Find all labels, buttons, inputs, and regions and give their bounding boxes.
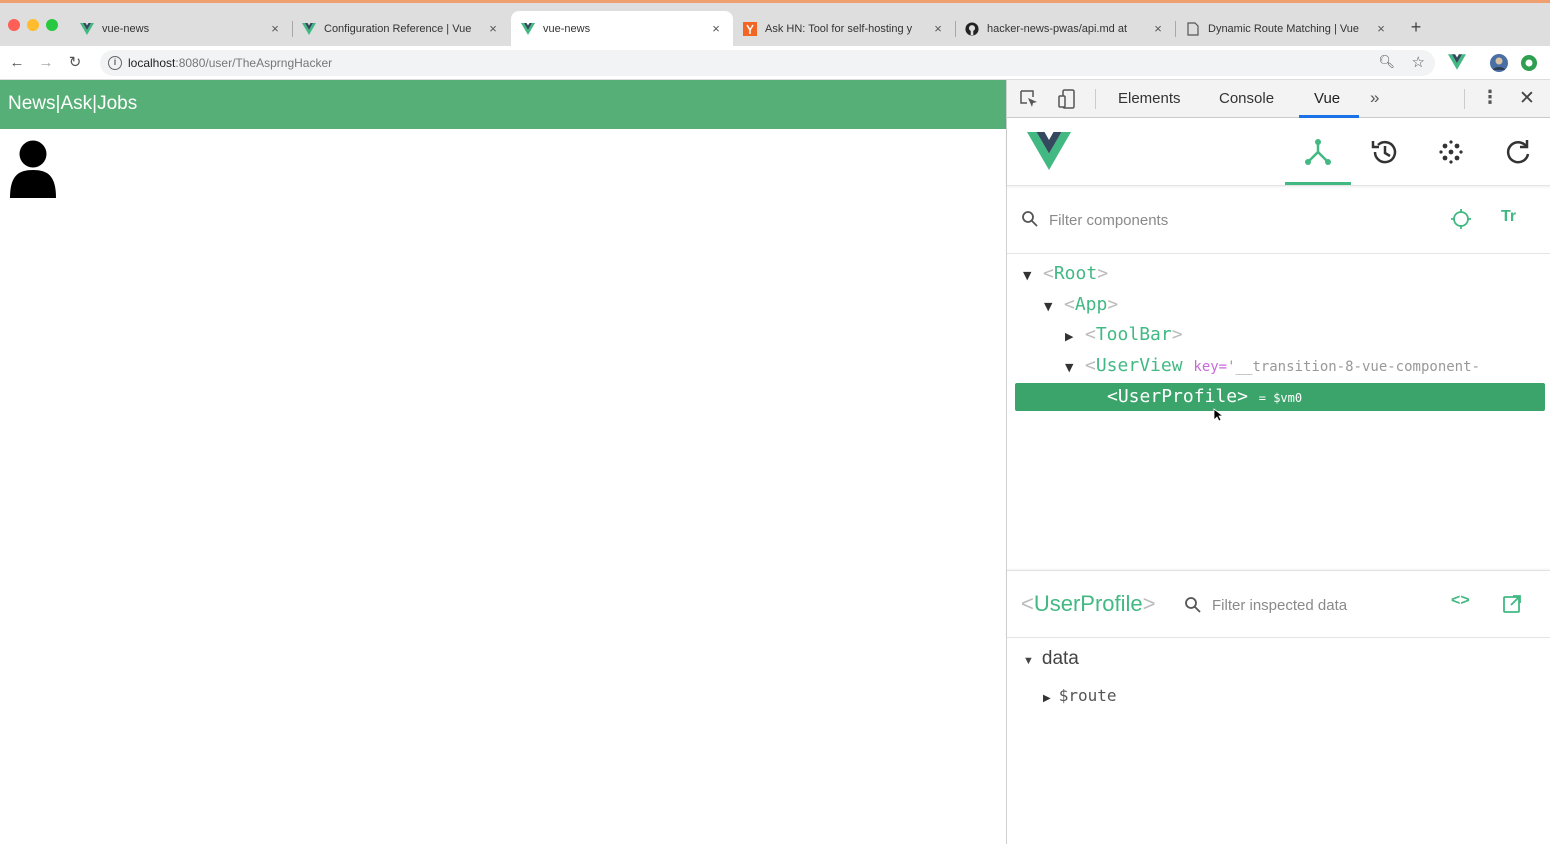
forward-arrow-icon[interactable]: → xyxy=(35,52,57,74)
tab-label: vue-news xyxy=(543,22,591,35)
route-property[interactable]: ▶ $route xyxy=(1043,686,1117,705)
news-link[interactable]: News xyxy=(8,93,56,115)
tab-close-icon[interactable]: × xyxy=(931,21,945,36)
vm-reference: = $vm0 xyxy=(1258,391,1303,405)
device-toggle-icon[interactable] xyxy=(1057,89,1077,109)
expanded-caret-icon[interactable]: ▼ xyxy=(1023,262,1043,290)
tab-close-icon[interactable]: × xyxy=(1374,21,1388,36)
data-section-header[interactable]: ▼ data xyxy=(1023,648,1079,670)
site-info-icon[interactable]: i xyxy=(108,56,122,70)
tab-label: vue-news xyxy=(102,22,150,35)
page-icon xyxy=(1186,21,1200,36)
collapsed-caret-icon[interactable]: ▶ xyxy=(1065,323,1085,351)
reload-icon[interactable]: ↻ xyxy=(64,52,86,74)
user-avatar-icon xyxy=(10,140,56,198)
toolbar-links: News | Ask | Jobs xyxy=(8,93,137,115)
vue-devtools-extension-icon[interactable] xyxy=(1448,54,1466,72)
tree-node-app[interactable]: ▼ <App> xyxy=(1044,291,1118,319)
collapsed-caret-icon[interactable]: ▶ xyxy=(1043,693,1051,704)
tree-node-userview[interactable]: ▼ <UserView key='__transition-8-vue-compo… xyxy=(1065,352,1480,380)
bookmark-star-icon[interactable]: ☆ xyxy=(1412,53,1425,71)
close-devtools-icon[interactable]: ✕ xyxy=(1519,87,1535,110)
close-window-button[interactable] xyxy=(8,19,20,31)
hn-icon xyxy=(743,21,757,36)
tab-label: Ask HN: Tool for self-hosting y xyxy=(765,22,913,35)
ask-link[interactable]: Ask xyxy=(60,93,92,115)
url-path: :8080/user/TheAsprngHacker xyxy=(175,56,333,70)
inspect-element-icon[interactable] xyxy=(1019,89,1039,109)
tab-close-icon[interactable]: × xyxy=(268,21,282,36)
filter-components-input[interactable] xyxy=(1049,208,1429,232)
inspected-component-title: <UserProfile> xyxy=(1021,591,1156,616)
zoom-icon[interactable]: 🔍︎ xyxy=(1378,54,1395,70)
inspect-dom-code-icon[interactable]: <> xyxy=(1451,592,1470,610)
more-tabs-icon[interactable]: » xyxy=(1370,88,1379,108)
component-tree: ▼ <Root> ▼ <App> ▶ <ToolBar> ▼ <UserView key… xyxy=(1007,254,1550,570)
extension-green-icon[interactable] xyxy=(1520,54,1538,72)
vue-devtools-header xyxy=(1007,118,1550,186)
devtools-tab-bar: Elements Console Vue » ⋮ ✕ xyxy=(1007,80,1550,118)
browser-tab-6[interactable]: Dynamic Route Matching | Vue × xyxy=(1176,11,1398,46)
tab-label: hacker-news-pwas/api.md at xyxy=(987,22,1128,35)
vue-logo-icon xyxy=(1027,132,1071,170)
active-view-indicator xyxy=(1285,182,1351,185)
browser-tab-bar: vue-news × Configuration Reference | Vue… xyxy=(0,3,1550,46)
devtools-panel: Elements Console Vue » ⋮ ✕ Filter compon… xyxy=(1006,80,1550,844)
tab-close-icon[interactable]: × xyxy=(1151,21,1165,36)
url-host: localhost xyxy=(128,56,176,70)
tab-console[interactable]: Console xyxy=(1219,90,1274,107)
tab-vue[interactable]: Vue xyxy=(1314,90,1340,107)
expanded-caret-icon[interactable]: ▼ xyxy=(1065,354,1085,382)
kebab-menu-icon[interactable]: ⋮ xyxy=(1481,87,1499,108)
mouse-cursor-icon xyxy=(1213,408,1223,422)
tree-node-root[interactable]: ▼ <Root> xyxy=(1023,260,1108,288)
format-names-toggle[interactable]: Tr xyxy=(1501,208,1516,226)
expanded-caret-icon[interactable]: ▼ xyxy=(1023,655,1034,667)
browser-tab-2[interactable]: Configuration Reference | Vue × xyxy=(292,11,510,46)
tab-label: Configuration Reference | Vue xyxy=(324,22,472,35)
tree-node-userprofile-selected[interactable]: <UserProfile> = $vm0 xyxy=(1015,383,1545,411)
search-icon xyxy=(1022,211,1038,227)
vue-logo-icon xyxy=(521,22,535,36)
select-component-target-icon[interactable] xyxy=(1450,208,1472,230)
back-arrow-icon[interactable]: ← xyxy=(6,52,28,74)
refresh-icon[interactable] xyxy=(1498,132,1538,172)
github-icon xyxy=(965,21,979,36)
inspector-body: ▼ data ▶ $route xyxy=(1007,638,1550,844)
inspector-header: <UserProfile> <> xyxy=(1007,570,1550,638)
components-tree-icon[interactable] xyxy=(1298,132,1338,172)
url-text[interactable]: localhost:8080/user/TheAsprngHacker xyxy=(128,56,332,70)
maximize-window-button[interactable] xyxy=(46,19,58,31)
tab-close-icon[interactable]: × xyxy=(709,21,723,36)
page-viewport: News | Ask | Jobs xyxy=(0,80,1006,844)
tab-elements[interactable]: Elements xyxy=(1118,90,1181,107)
filter-inspected-data-input[interactable] xyxy=(1212,593,1432,617)
vue-logo-icon xyxy=(302,22,316,36)
browser-tab-5[interactable]: hacker-news-pwas/api.md at × xyxy=(955,11,1175,46)
browser-tab-3-active[interactable]: vue-news × xyxy=(511,11,733,46)
expanded-caret-icon[interactable]: ▼ xyxy=(1044,293,1064,321)
history-icon[interactable] xyxy=(1365,132,1405,172)
url-field[interactable]: i localhost:8080/user/TheAsprngHacker 🔍︎… xyxy=(100,50,1435,76)
vue-logo-icon xyxy=(80,22,94,36)
browser-tab-1[interactable]: vue-news × xyxy=(70,11,292,46)
browser-tab-4[interactable]: Ask HN: Tool for self-hosting y × xyxy=(733,11,955,46)
jobs-link[interactable]: Jobs xyxy=(97,93,137,115)
search-icon xyxy=(1185,597,1201,613)
open-in-editor-icon[interactable] xyxy=(1501,593,1523,615)
tree-node-toolbar[interactable]: ▶ <ToolBar> xyxy=(1065,321,1183,349)
tab-label: Dynamic Route Matching | Vue xyxy=(1208,22,1360,35)
minimize-window-button[interactable] xyxy=(27,19,39,31)
new-tab-button[interactable]: + xyxy=(1406,17,1426,37)
component-filter-row: Tr xyxy=(1007,186,1550,254)
vuex-icon[interactable] xyxy=(1431,132,1471,172)
profile-avatar-icon[interactable] xyxy=(1490,54,1508,72)
tab-close-icon[interactable]: × xyxy=(486,21,500,36)
address-bar-row: ← → ↻ i localhost:8080/user/TheAsprngHac… xyxy=(0,46,1550,80)
app-toolbar: News | Ask | Jobs xyxy=(0,80,1006,129)
toolbar-divider xyxy=(1464,89,1465,109)
toolbar-divider xyxy=(1095,89,1096,109)
